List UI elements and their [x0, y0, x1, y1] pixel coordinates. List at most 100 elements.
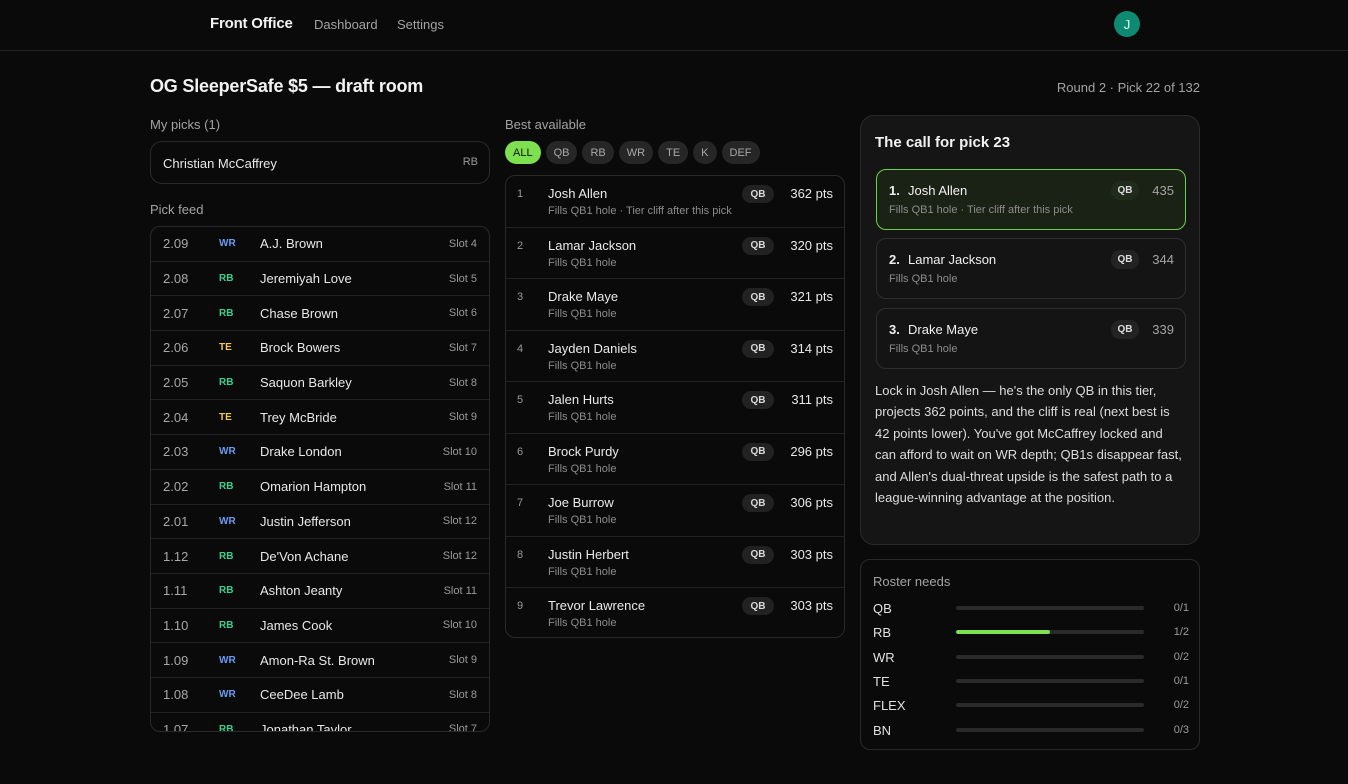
best-available-row[interactable]: 8 Justin Herbert Fills QB1 hole QB 303 pts	[506, 537, 844, 588]
projected-points: 296 pts	[790, 443, 833, 459]
player-name: CeeDee Lamb	[260, 687, 344, 703]
recommendation-title: The call for pick 23	[875, 134, 1011, 151]
roster-needs-title: Roster needs	[873, 574, 951, 589]
nav-dashboard-link[interactable]: Dashboard	[314, 17, 378, 32]
best-available-row[interactable]: 3 Drake Maye Fills QB1 hole QB 321 pts	[506, 279, 844, 331]
player-note: Fills QB1 hole	[548, 565, 617, 578]
player-note: Fills QB1 hole	[548, 256, 617, 269]
roster-need-row: QB 0/1	[873, 599, 1189, 617]
need-position-label: RB	[873, 625, 892, 641]
option-score: 339	[1152, 322, 1174, 337]
player-name: De'Von Achane	[260, 548, 349, 564]
option-score: 435	[1152, 183, 1174, 198]
position-badge: QB	[1111, 181, 1139, 200]
player-name: Josh Allen	[548, 186, 608, 201]
need-progress-bar	[956, 630, 1144, 635]
pick-feed-row[interactable]: 1.11 RB Ashton Jeanty Slot 11	[151, 574, 489, 609]
need-count: 0/1	[1173, 674, 1189, 687]
position-badge: QB	[1111, 320, 1139, 339]
position-tag: RB	[219, 723, 234, 732]
need-position-label: WR	[873, 649, 895, 665]
projected-points: 306 pts	[790, 495, 833, 510]
player-rank: 4	[517, 342, 524, 355]
user-avatar[interactable]: J	[1114, 11, 1140, 37]
best-available-row[interactable]: 5 Jalen Hurts Fills QB1 hole QB 311 pts	[506, 382, 844, 434]
pick-feed-list[interactable]: 2.09 WR A.J. Brown Slot 4 2.08 RB Jeremiyah Lo…	[150, 226, 490, 732]
player-name: Trey McBride	[260, 409, 337, 425]
option-note: Fills QB1 hole · Tier cliff after this p…	[889, 204, 1073, 216]
player-rank: 9	[517, 600, 524, 612]
my-pick-player-name: Christian McCaffrey	[163, 156, 277, 171]
need-progress-bar	[956, 678, 1144, 683]
pick-feed-row[interactable]: 1.10 RB James Cook Slot 10	[151, 609, 489, 644]
pick-number: 1.12	[163, 548, 189, 564]
pick-feed-row[interactable]: 2.08 RB Jeremiyah Love Slot 5	[151, 262, 489, 297]
player-name: Amon-Ra St. Brown	[260, 652, 375, 668]
pick-feed-row[interactable]: 1.08 WR CeeDee Lamb Slot 8	[151, 678, 489, 713]
pick-feed-row[interactable]: 1.09 WR Amon-Ra St. Brown Slot 9	[151, 643, 489, 678]
need-position-label: TE	[873, 673, 890, 689]
roster-need-row: BN 0/3	[873, 721, 1189, 739]
player-name: Jonathan Taylor	[260, 721, 352, 732]
pick-number: 2.08	[163, 271, 189, 287]
pick-feed-row[interactable]: 2.06 TE Brock Bowers Slot 7	[151, 331, 489, 366]
my-pick-card[interactable]: Christian McCaffrey RB	[150, 141, 490, 184]
projected-points: 362 pts	[790, 186, 833, 201]
best-available-row[interactable]: 2 Lamar Jackson Fills QB1 hole QB 320 pts	[506, 228, 844, 279]
nav-settings-link[interactable]: Settings	[397, 17, 444, 32]
player-rank: 2	[517, 239, 524, 252]
draft-slot: Slot 4	[448, 237, 477, 250]
pick-feed-row[interactable]: 1.07 RB Jonathan Taylor Slot 7	[151, 713, 489, 732]
best-available-row[interactable]: 4 Jayden Daniels Fills QB1 hole QB 314 pts	[506, 331, 844, 382]
projected-points: 321 pts	[790, 289, 833, 304]
best-available-row[interactable]: 1 Josh Allen Fills QB1 hole · Tier cliff a…	[506, 176, 844, 228]
position-badge: QB	[742, 236, 774, 255]
position-badge: QB	[1111, 250, 1139, 269]
projected-points: 303 pts	[790, 546, 833, 562]
filter-chip-te[interactable]: TE	[658, 141, 689, 164]
page-title: OG SleeperSafe $5 — draft room	[150, 76, 424, 96]
pick-feed-row[interactable]: 2.03 WR Drake London Slot 10	[151, 435, 489, 470]
player-name: Brock Purdy	[548, 443, 619, 459]
best-available-row[interactable]: 9 Trevor Lawrence Fills QB1 hole QB 303 pts	[506, 588, 844, 637]
recommendation-option[interactable]: 3. Drake Maye QB 339 Fills QB1 hole	[876, 308, 1186, 369]
filter-chip-all[interactable]: ALL	[505, 141, 541, 164]
recommendation-option[interactable]: 1. Josh Allen QB 435 Fills QB1 hole · Tier c…	[876, 169, 1186, 230]
roster-needs-panel: Roster needs QB 0/1 RB 1/2 WR 0/2 TE 0/1 FLEX 0/2…	[860, 559, 1200, 750]
player-note: Fills QB1 hole · Tier cliff after this p…	[548, 205, 732, 217]
filter-chip-wr[interactable]: WR	[618, 141, 654, 164]
pick-feed-row[interactable]: 2.02 RB Omarion Hampton Slot 11	[151, 470, 489, 505]
need-count: 0/2	[1173, 699, 1189, 712]
pick-feed-row[interactable]: 1.12 RB De'Von Achane Slot 12	[151, 539, 489, 574]
position-tag: RB	[219, 585, 234, 597]
projected-points: 314 pts	[790, 340, 833, 356]
pick-feed-row[interactable]: 2.04 TE Trey McBride Slot 9	[151, 400, 489, 436]
need-progress-fill	[956, 630, 1050, 635]
player-note: Fills QB1 hole	[548, 359, 617, 372]
recommendation-option[interactable]: 2. Lamar Jackson QB 344 Fills QB1 hole	[876, 238, 1186, 299]
pick-number: 2.06	[163, 340, 189, 356]
option-player-name: Lamar Jackson	[908, 252, 997, 267]
filter-chip-qb[interactable]: QB	[545, 141, 578, 164]
filter-chip-k[interactable]: K	[693, 141, 717, 164]
best-available-row[interactable]: 7 Joe Burrow Fills QB1 hole QB 306 pts	[506, 485, 844, 537]
best-available-row[interactable]: 6 Brock Purdy Fills QB1 hole QB 296 pts	[506, 434, 844, 485]
position-badge: QB	[742, 288, 774, 306]
player-name: Justin Jefferson	[260, 513, 351, 529]
pick-feed-row[interactable]: 2.07 RB Chase Brown Slot 6	[151, 296, 489, 332]
filter-chip-rb[interactable]: RB	[582, 141, 614, 164]
draft-slot: Slot 9	[448, 411, 477, 424]
pick-feed-row[interactable]: 2.05 RB Saquon Barkley Slot 8	[151, 366, 489, 401]
draft-slot: Slot 12	[442, 550, 477, 563]
pick-number: 2.02	[163, 479, 189, 495]
player-note: Fills QB1 hole	[548, 617, 617, 629]
player-rank: 5	[517, 394, 524, 406]
pick-feed-row[interactable]: 2.09 WR A.J. Brown Slot 4	[151, 227, 489, 262]
brand-logo-text[interactable]: Front Office	[210, 15, 293, 32]
pick-feed-row[interactable]: 2.01 WR Justin Jefferson Slot 12	[151, 505, 489, 540]
option-player-name: Drake Maye	[908, 322, 979, 337]
position-tag: RB	[219, 619, 234, 631]
player-name: Lamar Jackson	[548, 237, 637, 253]
need-position-label: BN	[873, 722, 892, 738]
filter-chip-def[interactable]: DEF	[721, 141, 760, 164]
